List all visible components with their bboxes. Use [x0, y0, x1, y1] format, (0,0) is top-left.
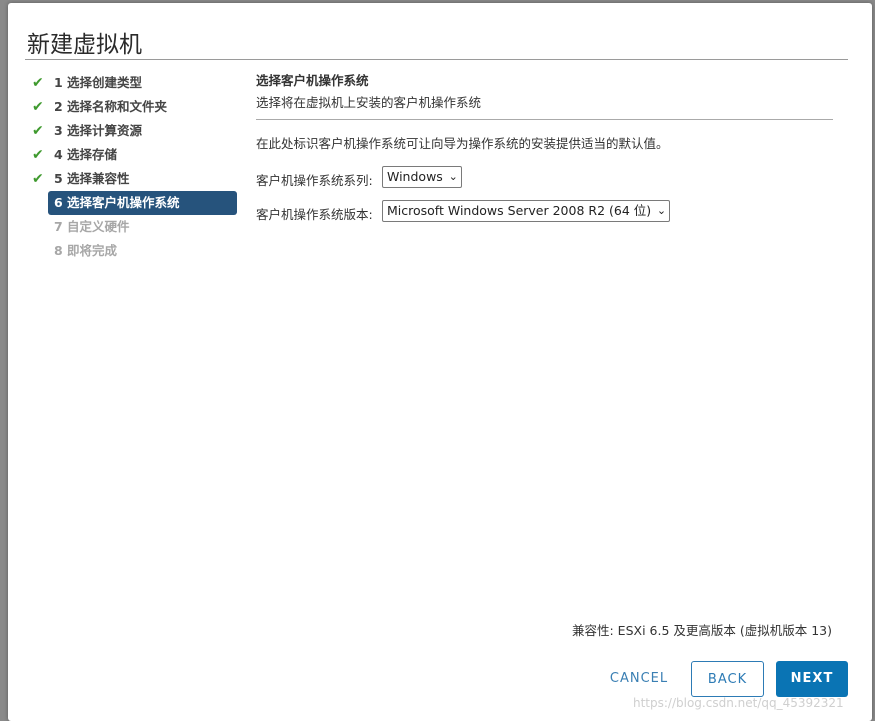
content-description: 在此处标识客户机操作系统可让向导为操作系统的安装提供适当的默认值。 — [256, 136, 669, 151]
compatibility-info: 兼容性: ESXi 6.5 及更高版本 (虚拟机版本 13) — [572, 623, 832, 638]
chevron-down-icon: ⌄ — [656, 204, 667, 217]
content-title: 选择客户机操作系统 — [256, 73, 369, 88]
chevron-down-icon: ⌄ — [448, 170, 458, 183]
step-label: 7 自定义硬件 — [54, 219, 130, 234]
wizard-steps: ✔ 1 选择创建类型 ✔ 2 选择名称和文件夹 ✔ 3 选择计算资源 ✔ 4 选… — [28, 71, 238, 263]
step-2[interactable]: ✔ 2 选择名称和文件夹 — [28, 95, 238, 119]
step-3[interactable]: ✔ 3 选择计算资源 — [28, 119, 238, 143]
checkmark-icon: ✔ — [32, 147, 44, 163]
step-label: 1 选择创建类型 — [54, 75, 143, 90]
step-4[interactable]: ✔ 4 选择存储 — [28, 143, 238, 167]
next-button[interactable]: NEXT — [776, 661, 848, 697]
new-vm-dialog: 新建虚拟机 ✔ 1 选择创建类型 ✔ 2 选择名称和文件夹 ✔ 3 选择计算资源… — [8, 3, 872, 721]
step-1[interactable]: ✔ 1 选择创建类型 — [28, 71, 238, 95]
os-version-select[interactable]: Microsoft Windows Server 2008 R2 (64 位) … — [382, 200, 671, 222]
watermark: https://blog.csdn.net/qq_45392321 — [633, 696, 844, 710]
step-label: 5 选择兼容性 — [54, 171, 130, 186]
step-5[interactable]: ✔ 5 选择兼容性 — [28, 167, 238, 191]
step-label: 4 选择存储 — [54, 147, 118, 162]
title-divider — [25, 59, 848, 60]
back-button[interactable]: BACK — [691, 661, 764, 697]
step-label: 2 选择名称和文件夹 — [54, 99, 168, 114]
dialog-title: 新建虚拟机 — [27, 32, 142, 58]
step-label: 3 选择计算资源 — [54, 123, 143, 138]
checkmark-icon: ✔ — [32, 75, 44, 91]
cancel-button[interactable]: CANCEL — [600, 661, 678, 697]
os-family-row: 客户机操作系统系列: Windows ⌄ — [256, 166, 836, 190]
checkmark-icon: ✔ — [32, 123, 44, 139]
checkmark-icon: ✔ — [32, 171, 44, 187]
checkmark-icon: ✔ — [32, 99, 44, 115]
content-divider — [256, 119, 833, 120]
os-version-row: 客户机操作系统版本: Microsoft Windows Server 2008… — [256, 200, 836, 224]
step-label: 6 选择客户机操作系统 — [54, 195, 180, 210]
os-version-value: Microsoft Windows Server 2008 R2 (64 位) — [387, 203, 652, 218]
content-subtitle: 选择将在虚拟机上安装的客户机操作系统 — [256, 95, 482, 110]
os-family-select[interactable]: Windows ⌄ — [382, 166, 462, 188]
os-family-value: Windows — [387, 169, 443, 184]
step-label: 8 即将完成 — [54, 243, 118, 258]
step-8: 8 即将完成 — [28, 239, 238, 263]
os-family-label: 客户机操作系统系列: — [256, 173, 373, 188]
step-6-active[interactable]: 6 选择客户机操作系统 — [48, 191, 237, 215]
os-version-label: 客户机操作系统版本: — [256, 207, 373, 222]
step-7: 7 自定义硬件 — [28, 215, 238, 239]
step-content: 选择客户机操作系统 选择将在虚拟机上安装的客户机操作系统 在此处标识客户机操作系… — [256, 71, 836, 224]
